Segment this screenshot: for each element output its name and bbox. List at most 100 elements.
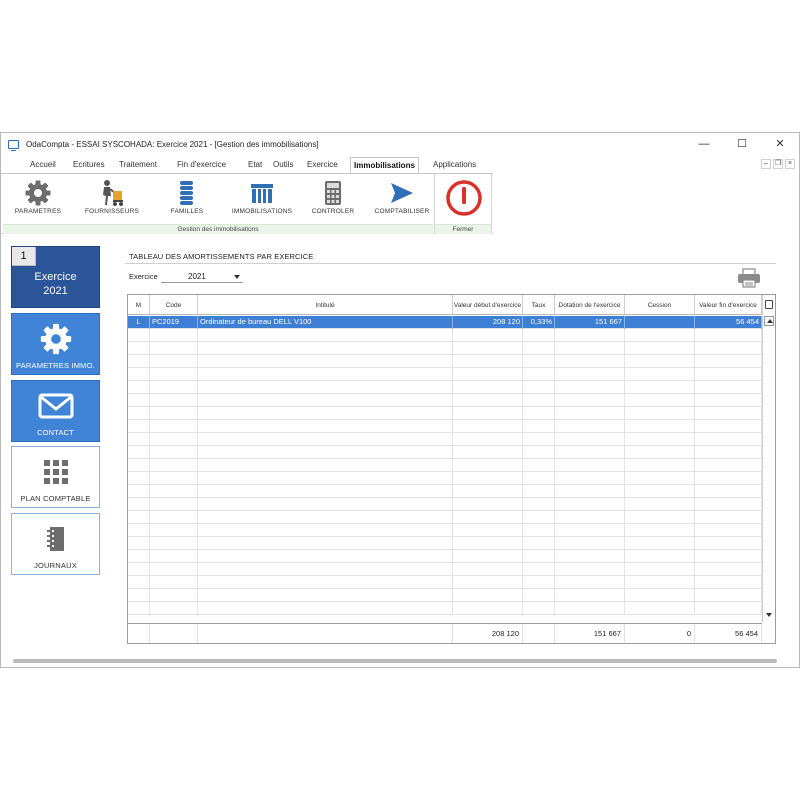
empty-cell xyxy=(695,576,762,589)
empty-cell xyxy=(453,485,523,498)
familles-button[interactable]: FAMILLES xyxy=(152,178,222,222)
empty-cell xyxy=(453,420,523,433)
empty-row[interactable] xyxy=(128,589,762,602)
header-valeur-fin[interactable]: Valeur fin d'exercice xyxy=(695,295,762,315)
empty-cell xyxy=(695,498,762,511)
minimize-button[interactable]: — xyxy=(685,133,723,155)
empty-row[interactable] xyxy=(128,524,762,537)
empty-row[interactable] xyxy=(128,576,762,589)
column-chooser-icon[interactable] xyxy=(765,300,773,309)
header-dotation[interactable]: Dotation de l'exercice xyxy=(555,295,625,315)
empty-cell xyxy=(695,524,762,537)
empty-row[interactable] xyxy=(128,342,762,355)
empty-row[interactable] xyxy=(128,446,762,459)
journaux-tile[interactable]: JOURNAUX xyxy=(11,513,100,575)
menu-outils[interactable]: Outils xyxy=(273,160,293,169)
empty-cell xyxy=(198,537,453,550)
empty-cell xyxy=(523,602,555,615)
empty-cell xyxy=(625,446,695,459)
empty-row[interactable] xyxy=(128,329,762,342)
table-totals: 208 120 151 667 0 56 454 xyxy=(128,623,762,643)
empty-row[interactable] xyxy=(128,498,762,511)
empty-row[interactable] xyxy=(128,381,762,394)
ribbon: PARAMETRES FOURNISSEURS FAMILLES IMMOBIL… xyxy=(1,173,493,234)
fermer-button[interactable] xyxy=(429,176,499,222)
menu-traitement[interactable]: Traitement xyxy=(119,160,157,169)
empty-cell xyxy=(555,459,625,472)
menu-exercice[interactable]: Exercice xyxy=(307,160,338,169)
empty-cell xyxy=(150,563,198,576)
empty-row[interactable] xyxy=(128,394,762,407)
empty-row[interactable] xyxy=(128,433,762,446)
empty-row[interactable] xyxy=(128,537,762,550)
controler-button[interactable]: CONTROLER xyxy=(298,178,368,222)
calculator-icon xyxy=(325,181,341,205)
empty-cell xyxy=(555,537,625,550)
menu-accueil[interactable]: Accueil xyxy=(30,160,56,169)
header-cession[interactable]: Cession xyxy=(625,295,695,315)
header-intitule[interactable]: Intitulé xyxy=(198,295,453,315)
mdi-restore-button[interactable]: ❐ xyxy=(773,159,783,169)
exercise-tile[interactable]: 1 Exercice 2021 xyxy=(11,246,100,308)
send-arrow-icon xyxy=(391,183,413,203)
empty-cell xyxy=(523,368,555,381)
empty-cell xyxy=(198,394,453,407)
empty-cell xyxy=(453,329,523,342)
comptabiliser-button[interactable]: COMPTABILISER xyxy=(367,178,437,222)
empty-row[interactable] xyxy=(128,602,762,615)
menu-applications[interactable]: Applications xyxy=(433,160,476,169)
empty-row[interactable] xyxy=(128,511,762,524)
mdi-controls: – ❐ × xyxy=(761,159,795,169)
header-valeur-debut[interactable]: Valeur début d'exercice xyxy=(453,295,523,315)
empty-cell xyxy=(523,394,555,407)
empty-row[interactable] xyxy=(128,485,762,498)
header-code[interactable]: Code xyxy=(150,295,198,315)
empty-cell xyxy=(453,563,523,576)
empty-cell xyxy=(625,498,695,511)
empty-cell xyxy=(555,420,625,433)
empty-cell xyxy=(523,589,555,602)
empty-cell xyxy=(523,446,555,459)
empty-row[interactable] xyxy=(128,550,762,563)
fournisseurs-button[interactable]: FOURNISSEURS xyxy=(77,178,147,222)
exercice-select[interactable]: 2021 xyxy=(161,269,243,283)
horizontal-scrollbar[interactable] xyxy=(13,659,777,663)
empty-row[interactable] xyxy=(128,459,762,472)
mdi-close-button[interactable]: × xyxy=(785,159,795,169)
empty-row[interactable] xyxy=(128,472,762,485)
cell-cession xyxy=(625,316,695,329)
empty-row[interactable] xyxy=(128,563,762,576)
scroll-up-button[interactable] xyxy=(764,316,774,326)
empty-cell xyxy=(198,433,453,446)
parametres-button[interactable]: PARAMETRES xyxy=(3,178,73,222)
empty-row[interactable] xyxy=(128,420,762,433)
empty-cell xyxy=(625,420,695,433)
close-window-button[interactable]: ✕ xyxy=(761,133,799,155)
header-taux[interactable]: Taux xyxy=(523,295,555,315)
scroll-down-button[interactable] xyxy=(764,610,774,620)
parametres-immo-tile[interactable]: PARAMETRES IMMO. xyxy=(11,313,100,375)
header-m[interactable]: M xyxy=(128,295,150,315)
menu-etat[interactable]: Etat xyxy=(248,160,262,169)
menu-immobilisations[interactable]: Immobilisations xyxy=(350,157,419,173)
empty-cell xyxy=(128,368,150,381)
immobilisations-button[interactable]: IMMOBILISATIONS xyxy=(227,178,297,222)
maximize-button[interactable]: ☐ xyxy=(723,133,761,155)
empty-cell xyxy=(453,381,523,394)
contact-tile[interactable]: CONTACT xyxy=(11,380,100,442)
empty-row[interactable] xyxy=(128,368,762,381)
empty-row[interactable] xyxy=(128,407,762,420)
menu-ecritures[interactable]: Ecritures xyxy=(73,160,105,169)
print-button[interactable] xyxy=(737,268,761,288)
table-scrollbar[interactable] xyxy=(762,295,775,622)
menu-fin-exercice[interactable]: Fin d'exercice xyxy=(177,160,226,169)
panel-divider xyxy=(125,263,776,264)
empty-cell xyxy=(453,368,523,381)
empty-row[interactable] xyxy=(128,355,762,368)
table-row[interactable]: L PC2019 Ordinateur de bureau DELL V100 … xyxy=(128,316,762,329)
plan-comptable-tile[interactable]: PLAN COMPTABLE xyxy=(11,446,100,508)
gear-icon xyxy=(40,323,71,355)
empty-cell xyxy=(625,537,695,550)
mdi-minimize-button[interactable]: – xyxy=(761,159,771,169)
empty-cell xyxy=(150,602,198,615)
